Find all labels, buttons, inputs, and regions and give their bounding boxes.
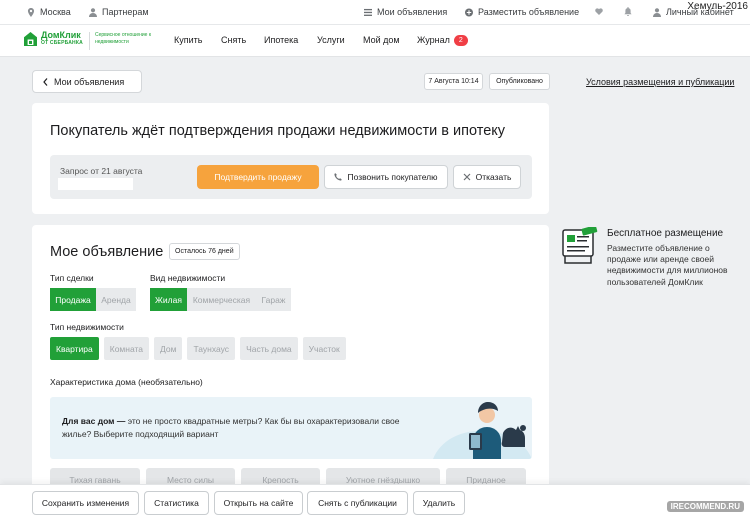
request-date-label: Запрос от 21 августа [60,166,143,176]
deal-type-rent[interactable]: Аренда [96,288,136,311]
characteristic-label: Характеристика дома (необязательно) [50,377,203,387]
open-on-site-button[interactable]: Открыть на сайте [214,491,303,515]
deal-type-selector: Продажа Аренда [50,288,136,311]
main-nav: ДомКлик ОТ СБЕРБАНКА Сервисное отношение… [0,25,750,57]
list-icon [364,8,372,16]
kind-commercial[interactable]: Коммерческая [187,288,256,311]
my-ad-card: Мое объявление Осталось 76 дней Тип сдел… [32,225,549,518]
type-room[interactable]: Комната [103,337,150,360]
notifications-button[interactable] [624,7,632,16]
type-land[interactable]: Участок [302,337,346,360]
close-icon [463,173,471,181]
back-to-my-ads-button[interactable]: Мои объявления [32,70,142,93]
sidebar-promo-text: Разместите объявление о продаже или арен… [607,243,728,287]
conditions-link[interactable]: Условия размещения и публикации [586,77,734,87]
kind-residential[interactable]: Жилая [150,288,187,311]
kind-garage[interactable]: Гараж [256,288,291,311]
decline-button[interactable]: Отказать [453,165,521,189]
nav-my-home[interactable]: Мой дом [363,35,400,45]
logo-divider [89,32,90,50]
info-text: Для вас дом — это не просто квадратные м… [62,415,402,441]
partners-link[interactable]: Партнерам [89,7,149,17]
nav-buy[interactable]: Купить [174,35,202,45]
bell-icon [624,7,632,16]
statistics-button[interactable]: Статистика [144,491,209,515]
free-listing-icon [562,227,598,264]
confirm-sale-button[interactable]: Подтвердить продажу [197,165,319,189]
redacted-buyer-info [58,178,133,190]
status-badge: Опубликовано [489,73,550,90]
unpublish-button[interactable]: Снять с публикации [307,491,408,515]
call-buyer-label: Позвонить покупателю [347,172,438,182]
nav-mortgage[interactable]: Ипотека [264,35,298,45]
delete-button[interactable]: Удалить [413,491,465,515]
type-apartment[interactable]: Квартира [50,337,99,360]
save-changes-button[interactable]: Сохранить изменения [32,491,139,515]
days-left-badge: Осталось 76 дней [169,243,240,260]
city-label: Москва [40,7,71,17]
user-icon [89,7,97,17]
site-watermark: IRECOMMEND.RU [666,501,744,512]
nav-journal-label: Журнал [417,35,450,45]
plus-circle-icon [465,8,473,16]
post-ad-link[interactable]: Разместить объявление [465,7,579,17]
my-ads-link[interactable]: Мои объявления [364,7,447,17]
confirm-sale-label: Подтвердить продажу [214,172,302,182]
request-panel: Запрос от 21 августа Подтвердить продажу… [50,155,532,199]
info-text-bold: Для вас дом — [62,416,126,426]
sidebar-promo-title: Бесплатное размещение [607,228,724,239]
location-pin-icon [27,7,35,17]
my-ads-label: Мои объявления [377,7,448,17]
sale-confirmation-card: Покупатель ждёт подтверждения продажи не… [32,103,549,214]
favorites-button[interactable] [595,7,603,16]
logo-sub-text: ОТ СБЕРБАНКА [41,40,83,46]
city-selector[interactable]: Москва [27,7,71,17]
post-ad-label: Разместить объявление [478,7,580,17]
logo-main-text: ДомКлик [41,30,81,40]
author-watermark: Хемуль-2016 [687,1,748,12]
partners-label: Партнерам [102,7,149,17]
heart-icon [595,8,603,16]
phone-icon [334,173,343,181]
my-ad-title: Мое объявление [50,244,164,260]
decline-label: Отказать [475,172,512,182]
publish-date-badge: 7 Августа 10:14 [424,73,483,90]
nav-services[interactable]: Услуги [317,35,345,45]
back-button-label: Мои объявления [54,76,125,87]
domclick-logo[interactable]: ДомКлик ОТ СБЕРБАНКА [24,31,83,47]
utility-bar: Москва Партнерам Мои объявления Размести… [0,0,750,25]
type-house-part[interactable]: Часть дома [240,337,298,360]
chevron-left-icon [43,77,48,86]
house-logo-icon [24,32,37,46]
type-townhouse[interactable]: Таунхаус [187,337,236,360]
nav-journal[interactable]: Журнал 2 [417,35,468,46]
type-house[interactable]: Дом [154,337,183,360]
nav-rent[interactable]: Снять [221,35,246,45]
home-characteristic-info: Для вас дом — это не просто квадратные м… [50,397,532,459]
property-type-label: Тип недвижимости [50,322,124,332]
confirmation-title: Покупатель ждёт подтверждения продажи не… [50,123,506,139]
user-icon [653,7,661,17]
call-buyer-button[interactable]: Позвонить покупателю [324,165,448,189]
deal-type-label: Тип сделки [50,273,94,283]
property-type-selector: Квартира Комната Дом Таунхаус Часть дома… [50,337,346,360]
journal-badge: 2 [453,35,468,46]
bottom-action-bar: Сохранить изменения Статистика Открыть н… [0,484,750,518]
person-with-tablet-illustration [433,402,532,459]
deal-type-sale[interactable]: Продажа [50,288,96,311]
property-kind-label: Вид недвижимости [150,273,226,283]
property-kind-selector: Жилая Коммерческая Гараж [150,288,291,311]
logo-tagline: Сервисное отношение к недвижимости [95,32,152,45]
